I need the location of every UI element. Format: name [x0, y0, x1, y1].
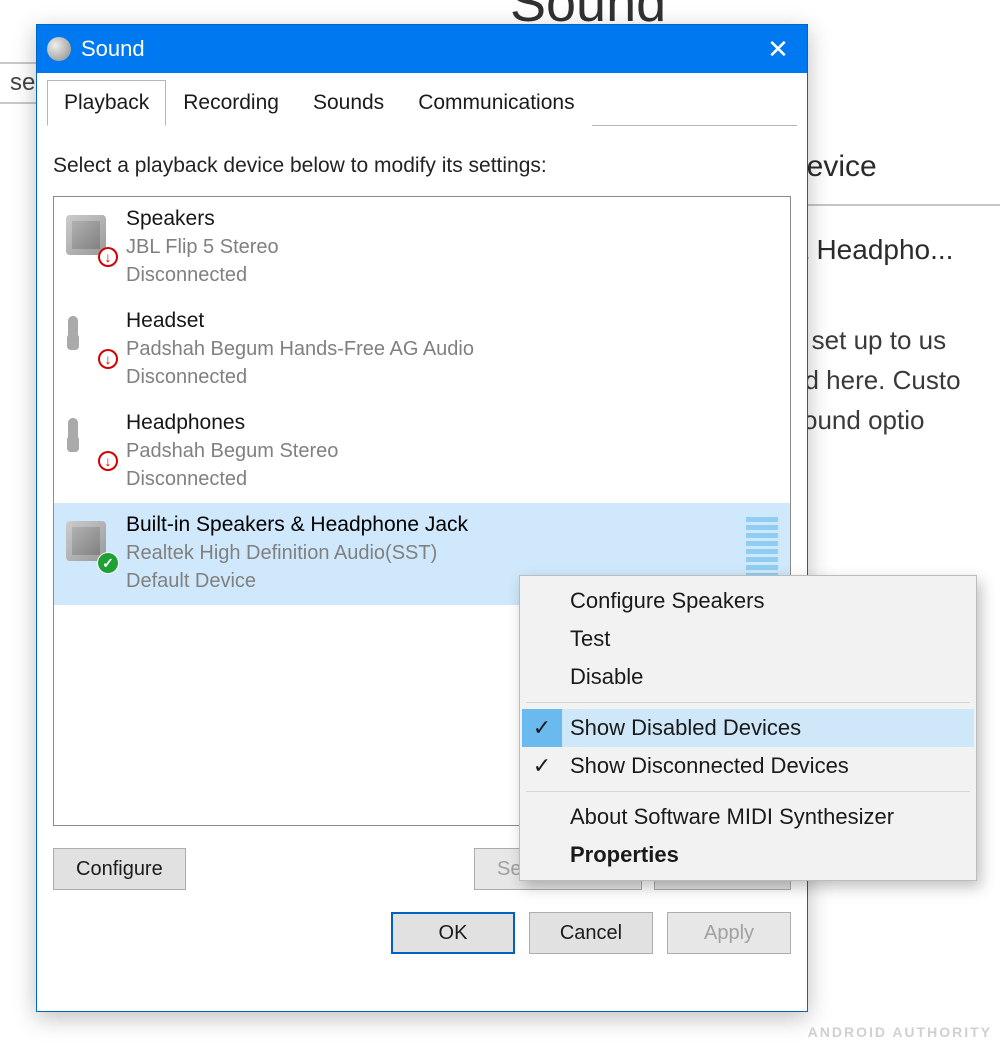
check-icon	[98, 553, 118, 573]
menu-item-label: Show Disabled Devices	[570, 715, 801, 740]
check-icon	[522, 582, 562, 620]
speaker-icon	[66, 215, 114, 263]
menu-item[interactable]: Configure Speakers	[522, 582, 974, 620]
menu-item[interactable]: Test	[522, 620, 974, 658]
down-arrow-icon	[98, 451, 118, 471]
headset-icon	[66, 419, 114, 467]
check-icon	[522, 658, 562, 696]
device-status: Disconnected	[126, 363, 778, 391]
device-item[interactable]: HeadsetPadshah Begum Hands-Free AG Audio…	[54, 299, 790, 401]
menu-item[interactable]: ✓ Show Disabled Devices	[522, 709, 974, 747]
check-icon	[522, 620, 562, 658]
menu-item-label: Configure Speakers	[570, 588, 764, 613]
watermark: ANDROID AUTHORITY	[808, 1024, 992, 1040]
device-subtitle: JBL Flip 5 Stereo	[126, 233, 778, 261]
menu-item[interactable]: Properties	[522, 836, 974, 874]
ok-button[interactable]: OK	[391, 912, 515, 954]
menu-item-label: Properties	[570, 842, 679, 867]
device-title: Headset	[126, 309, 778, 333]
tab-communications[interactable]: Communications	[401, 80, 591, 126]
device-subtitle: Padshah Begum Hands-Free AG Audio	[126, 335, 778, 363]
dialog-titlebar[interactable]: Sound ✕	[37, 25, 807, 73]
device-title: Speakers	[126, 207, 778, 231]
tab-playback[interactable]: Playback	[47, 80, 166, 126]
configure-button[interactable]: Configure	[53, 848, 186, 890]
device-title: Headphones	[126, 411, 778, 435]
menu-item-label: Test	[570, 626, 610, 651]
tab-strip: PlaybackRecordingSoundsCommunications	[47, 79, 797, 125]
close-button[interactable]: ✕	[749, 25, 807, 73]
menu-separator	[526, 791, 970, 792]
menu-item-label: Disable	[570, 664, 643, 689]
device-status: Disconnected	[126, 261, 778, 289]
sound-icon	[47, 37, 71, 61]
device-item[interactable]: SpeakersJBL Flip 5 StereoDisconnected	[54, 197, 790, 299]
cancel-button[interactable]: Cancel	[529, 912, 653, 954]
apply-button[interactable]: Apply	[667, 912, 791, 954]
down-arrow-icon	[98, 247, 118, 267]
device-context-menu[interactable]: Configure Speakers Test Disable ✓ Show Disab…	[519, 575, 977, 881]
menu-item[interactable]: About Software MIDI Synthesizer	[522, 798, 974, 836]
device-item[interactable]: HeadphonesPadshah Begum StereoDisconnect…	[54, 401, 790, 503]
text-fragment: ed here. Custo	[790, 365, 961, 395]
menu-separator	[526, 702, 970, 703]
tab-sounds[interactable]: Sounds	[296, 80, 401, 126]
speaker-icon	[66, 521, 114, 569]
text-fragment: e set up to us	[790, 325, 946, 355]
headset-icon	[66, 317, 114, 365]
device-title: Built-in Speakers & Headphone Jack	[126, 513, 740, 537]
check-icon: ✓	[522, 709, 562, 747]
settings-right-panel: device & Headpho... e set up to us ed her…	[790, 150, 1000, 440]
menu-item[interactable]: ✓ Show Disconnected Devices	[522, 747, 974, 785]
down-arrow-icon	[98, 349, 118, 369]
text-fragment: sound optio	[790, 405, 924, 435]
output-device-heading-fragment: device	[790, 150, 1000, 184]
device-status: Disconnected	[126, 465, 778, 493]
menu-item-label: About Software MIDI Synthesizer	[570, 804, 894, 829]
tab-recording[interactable]: Recording	[166, 80, 296, 126]
close-icon: ✕	[767, 34, 789, 65]
dialog-title: Sound	[81, 36, 749, 62]
device-subtitle: Realtek High Definition Audio(SST)	[126, 539, 740, 567]
menu-item-label: Show Disconnected Devices	[570, 753, 849, 778]
check-icon	[522, 798, 562, 836]
instruction-text: Select a playback device below to modify…	[53, 154, 791, 178]
menu-item[interactable]: Disable	[522, 658, 974, 696]
check-icon	[522, 836, 562, 874]
output-device-dropdown-fragment: & Headpho...	[790, 234, 1000, 266]
device-subtitle: Padshah Begum Stereo	[126, 437, 778, 465]
check-icon: ✓	[522, 747, 562, 785]
